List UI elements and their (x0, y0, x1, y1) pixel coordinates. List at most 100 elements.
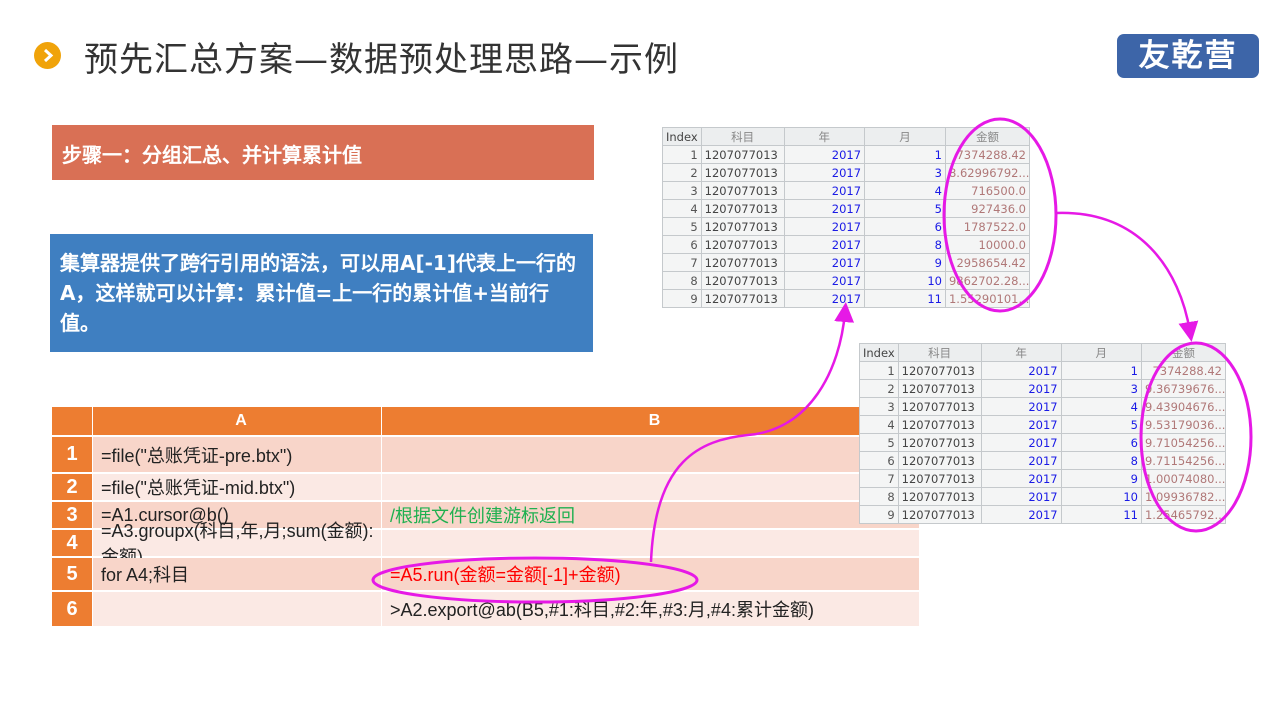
table-cell: 9.53179036... (1140, 415, 1227, 434)
table-cell: 2017 (783, 289, 866, 308)
table-cell: 1 (1060, 361, 1142, 380)
table-cell: 5 (662, 217, 702, 236)
table-cell: 9862702.28... (944, 271, 1031, 290)
table-row: 2 1207077013 2017 3 8.62996792... (662, 163, 1031, 182)
table-cell: 9 (864, 253, 946, 272)
code-grid: A B 1 =file("总账凭证-pre.btx") 2 =file("总账凭… (52, 407, 920, 628)
column-header[interactable]: 月 (864, 127, 946, 146)
table-cell: 2017 (783, 199, 866, 218)
row-number[interactable]: 1 (52, 437, 93, 472)
column-header[interactable]: Index (859, 343, 899, 362)
code-row: 1 =file("总账凭证-pre.btx") (52, 437, 920, 474)
column-header-a[interactable]: A (93, 407, 382, 435)
table-cell: 5 (859, 433, 899, 452)
table-cell: 9 (662, 289, 702, 308)
table-cell: 1.09936782... (1140, 487, 1227, 506)
table-row: 5 1207077013 2017 6 1787522.0 (662, 217, 1031, 236)
table-cell: 10 (1060, 487, 1142, 506)
table-row: 1 1207077013 2017 1 7374288.42 (662, 145, 1031, 164)
table-header-row: Index 科目年月金额 (859, 343, 1227, 362)
table-cell: 7 (859, 469, 899, 488)
result-table-1: Index 科目年月金额 1 1207077013 2017 1 7374288.42 2 12… (662, 127, 1031, 308)
table-cell: 3 (864, 163, 946, 182)
table-cell: 2017 (980, 469, 1062, 488)
table-cell: 1207077013 (897, 379, 982, 398)
column-header[interactable]: 金额 (1140, 343, 1227, 362)
cell-b6[interactable]: >A2.export@ab(B5,#1:科目,#2:年,#3:月,#4:累计金额… (382, 592, 920, 626)
cell-a4[interactable]: =A3.groupx(科目,年,月;sum(金额):金额) (93, 521, 382, 567)
cell-b4[interactable] (382, 530, 920, 556)
table-cell: 1207077013 (897, 505, 982, 524)
column-header[interactable]: 科目 (700, 127, 785, 146)
table-cell: 3 (859, 397, 899, 416)
table-cell: 7374288.42 (944, 145, 1031, 164)
table-row: 6 1207077013 2017 8 10000.0 (662, 235, 1031, 254)
cell-b3[interactable]: /根据文件创建游标返回 (382, 502, 920, 528)
table-row: 8 1207077013 2017 10 9862702.28... (662, 271, 1031, 290)
table-cell: 1 (662, 145, 702, 164)
row-number[interactable]: 6 (52, 592, 93, 626)
table-cell: 2017 (980, 433, 1062, 452)
table-cell: 1207077013 (700, 289, 785, 308)
cell-b2[interactable] (382, 474, 920, 500)
cell-b5[interactable]: =A5.run(金额=金额[-1]+金额) (382, 558, 920, 590)
cell-b1[interactable] (382, 437, 920, 472)
table-cell: 1.55290101... (944, 289, 1031, 308)
table-cell: 8 (859, 487, 899, 506)
table-cell: 4 (662, 199, 702, 218)
table-cell: 7 (662, 253, 702, 272)
table-cell: 11 (864, 289, 946, 308)
cell-a1[interactable]: =file("总账凭证-pre.btx") (93, 437, 382, 472)
cell-a2[interactable]: =file("总账凭证-mid.btx") (93, 474, 382, 500)
table-cell: 1207077013 (700, 271, 785, 290)
table-row: 3 1207077013 2017 4 716500.0 (662, 181, 1031, 200)
row-number[interactable]: 2 (52, 474, 93, 500)
code-row: 6 >A2.export@ab(B5,#1:科目,#2:年,#3:月,#4:累计… (52, 592, 920, 628)
cell-a5[interactable]: for A4;科目 (93, 558, 382, 590)
result-table-2: Index 科目年月金额 1 1207077013 2017 1 7374288.42 2 12… (859, 343, 1227, 524)
table-cell: 1.00074080... (1140, 469, 1227, 488)
table-row: 9 1207077013 2017 11 1.25465792... (859, 505, 1227, 524)
table-cell: 2017 (783, 217, 866, 236)
table-cell: 2017 (980, 415, 1062, 434)
column-header[interactable]: 科目 (897, 343, 982, 362)
table-cell: 2017 (980, 397, 1062, 416)
table-cell: 1207077013 (700, 235, 785, 254)
row-number[interactable]: 3 (52, 502, 93, 528)
table-cell: 2017 (783, 235, 866, 254)
row-number[interactable]: 5 (52, 558, 93, 590)
table-cell: 927436.0 (944, 199, 1031, 218)
column-header[interactable]: 年 (980, 343, 1062, 362)
logo: 友乾营 (1117, 34, 1259, 78)
table-cell: 1207077013 (897, 433, 982, 452)
table-cell: 1207077013 (700, 163, 785, 182)
table-cell: 1207077013 (700, 181, 785, 200)
column-header[interactable]: 年 (783, 127, 866, 146)
column-header[interactable]: 月 (1060, 343, 1142, 362)
table-cell: 6 (864, 217, 946, 236)
table-cell: 8 (1060, 451, 1142, 470)
table-cell: 1207077013 (897, 451, 982, 470)
table-cell: 6 (859, 451, 899, 470)
table-cell: 1207077013 (897, 487, 982, 506)
table-row: 9 1207077013 2017 11 1.55290101... (662, 289, 1031, 308)
note-box: 集算器提供了跨行引用的语法，可以用A[-1]代表上一行的A，这样就可以计算：累计… (50, 234, 593, 352)
table-cell: 2017 (980, 379, 1062, 398)
column-header[interactable]: 金额 (944, 127, 1031, 146)
table-row: 5 1207077013 2017 6 9.71054256... (859, 433, 1227, 452)
table-row: 3 1207077013 2017 4 9.43904676... (859, 397, 1227, 416)
table-cell: 1787522.0 (944, 217, 1031, 236)
row-number[interactable]: 4 (52, 530, 93, 556)
table-row: 1 1207077013 2017 1 7374288.42 (859, 361, 1227, 380)
cell-a6[interactable] (93, 592, 382, 626)
table-row: 8 1207077013 2017 10 1.09936782... (859, 487, 1227, 506)
column-header-b[interactable]: B (382, 407, 920, 435)
table-cell: 1.25465792... (1140, 505, 1227, 524)
column-header[interactable]: Index (662, 127, 702, 146)
chevron-right-icon (34, 42, 61, 69)
table-cell: 2017 (783, 181, 866, 200)
table-cell: 6 (662, 235, 702, 254)
code-row: 5 for A4;科目 =A5.run(金额=金额[-1]+金额) (52, 558, 920, 592)
table-cell: 9.71154256... (1140, 451, 1227, 470)
table-cell: 4 (864, 181, 946, 200)
